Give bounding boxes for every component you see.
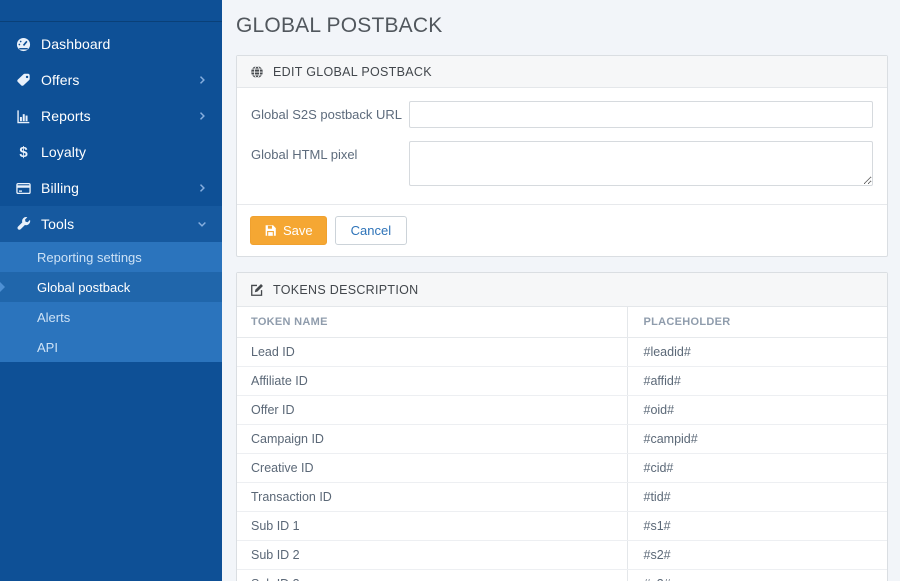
edit-icon [250,283,264,297]
placeholder-cell: #leadid# [626,337,887,367]
table-header-row: TOKEN NAME PLACEHOLDER [237,307,887,338]
sidebar-item-billing[interactable]: Billing [0,170,222,206]
sidebar-item-loyalty[interactable]: $ Loyalty [0,134,222,170]
tokens-panel-header: TOKENS DESCRIPTION [237,273,887,307]
table-row: Sub ID 1 #s1# [237,511,887,541]
placeholder-cell: #s2# [626,540,887,570]
token-name-cell: Campaign ID [237,424,627,454]
table-row: Creative ID #cid# [237,453,887,483]
tokens-panel-title: TOKENS DESCRIPTION [273,282,419,297]
edit-global-postback-panel: EDIT GLOBAL POSTBACK Global S2S postback… [236,55,888,257]
s2s-url-label: Global S2S postback URL [251,107,403,122]
sidebar-item-alerts[interactable]: Alerts [0,302,222,332]
chevron-right-icon [196,182,208,194]
save-button[interactable]: Save [250,216,327,245]
placeholder-cell: #campid# [626,424,887,454]
sidebar-item-label: Reports [41,108,91,124]
edit-panel-footer: Save Cancel [237,204,887,256]
placeholder-cell: #s3# [626,569,887,581]
token-name-cell: Affiliate ID [237,366,627,396]
wrench-icon [15,216,32,232]
table-row: Transaction ID #tid# [237,482,887,512]
submenu-item-label: Alerts [37,309,71,325]
placeholder-cell: #tid# [626,482,887,512]
chevron-right-icon [196,74,208,86]
sidebar-item-reporting-settings[interactable]: Reporting settings [0,242,222,272]
main-menu: Dashboard Offers Reports $ Loyalty Billi… [0,22,222,362]
table-row: Sub ID 3#s3# [237,569,887,581]
submenu-item-label: API [37,339,58,355]
token-name-cell: Sub ID 1 [237,511,627,541]
token-name-cell: Transaction ID [237,482,627,512]
token-name-cell: Offer ID [237,395,627,425]
table-row: Affiliate ID #affid# [237,366,887,396]
tokens-description-panel: TOKENS DESCRIPTION TOKEN NAME PLACEHOLDE… [236,272,888,581]
tokens-table: TOKEN NAME PLACEHOLDER Lead ID #leadid# A… [237,307,887,581]
dollar-icon: $ [19,143,28,161]
table-row: Sub ID 2 #s2# [237,540,887,570]
placeholder-cell: #oid# [626,395,887,425]
form-row-html-pixel: Global HTML pixel [251,141,873,186]
token-name-cell: Creative ID [237,453,627,483]
token-name-cell: Sub ID 3 [237,569,627,581]
token-name-cell: Sub ID 2 [237,540,627,570]
app-root: Dashboard Offers Reports $ Loyalty Billi… [0,0,900,581]
column-header-token-name: TOKEN NAME [237,307,627,338]
sidebar-item-label: Tools [41,216,75,232]
save-button-label: Save [283,223,313,238]
sidebar-item-label: Billing [41,180,80,196]
html-pixel-label: Global HTML pixel [251,147,358,162]
edit-panel-header: EDIT GLOBAL POSTBACK [237,56,887,88]
main-content: GLOBAL POSTBACK EDIT GLOBAL POSTBACK Glo… [222,0,900,581]
sidebar: Dashboard Offers Reports $ Loyalty Billi… [0,0,222,581]
submenu-item-label: Global postback [37,279,131,295]
credit-card-icon [15,180,32,196]
s2s-url-input[interactable] [409,101,873,128]
sidebar-topbar [0,0,222,22]
sidebar-item-dashboard[interactable]: Dashboard [0,26,222,62]
placeholder-cell: #affid# [626,366,887,396]
chevron-down-icon [196,218,208,230]
edit-panel-body: Global S2S postback URL Global HTML pixe… [237,88,887,204]
sidebar-item-label: Dashboard [41,36,111,52]
dashboard-icon [15,36,32,52]
column-header-placeholder: PLACEHOLDER [626,307,887,338]
table-row: Lead ID #leadid# [237,337,887,367]
page-title: GLOBAL POSTBACK [236,14,443,37]
globe-icon [250,65,264,79]
bar-chart-icon [15,108,32,124]
sidebar-item-api[interactable]: API [0,332,222,362]
cancel-button[interactable]: Cancel [334,216,408,245]
html-pixel-textarea[interactable] [409,141,873,186]
form-row-s2s-url: Global S2S postback URL [251,101,873,128]
sidebar-item-reports[interactable]: Reports [0,98,222,134]
active-arrow-icon [0,282,5,292]
sidebar-item-label: Loyalty [41,144,87,160]
submenu-item-label: Reporting settings [37,249,142,265]
sidebar-item-tools[interactable]: Tools [0,206,222,242]
chevron-right-icon [196,110,208,122]
sidebar-item-global-postback[interactable]: Global postback [0,272,222,302]
table-row: Campaign ID #campid# [237,424,887,454]
table-row: Offer ID #oid# [237,395,887,425]
placeholder-cell: #cid# [626,453,887,483]
placeholder-cell: #s1# [626,511,887,541]
sidebar-item-offers[interactable]: Offers [0,62,222,98]
save-icon [264,224,277,237]
edit-panel-title: EDIT GLOBAL POSTBACK [273,64,432,79]
tools-submenu: Reporting settings Global postback Alert… [0,242,222,362]
tag-icon [15,72,32,88]
sidebar-item-label: Offers [41,72,80,88]
token-name-cell: Lead ID [237,337,627,367]
